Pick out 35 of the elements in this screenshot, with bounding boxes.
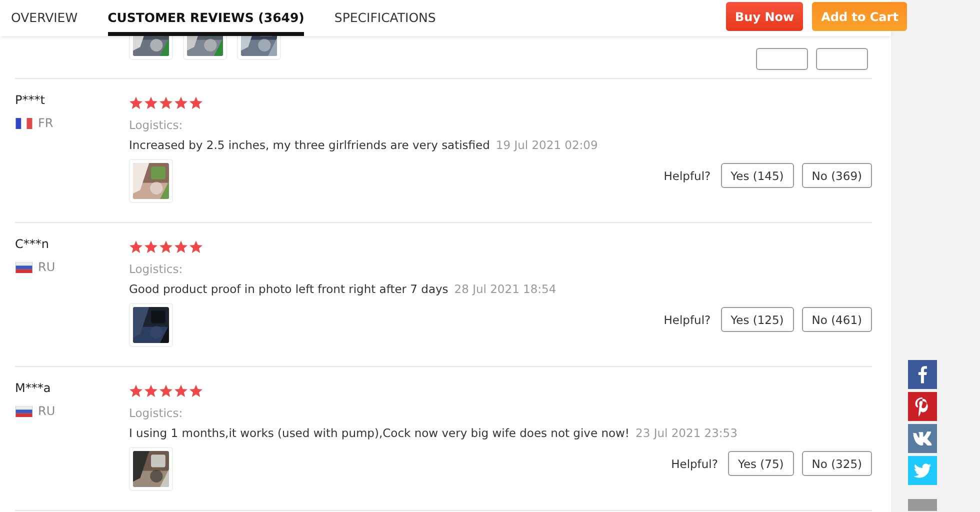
vote-button[interactable]: No (369) [802,163,872,188]
review-date: 28 Jul 2021 18:54 [454,282,556,296]
review-text: Increased by 2.5 inches, my three girlfriends are very satisfied [129,138,490,152]
logistics-label: Logistics: [129,118,184,132]
reviewer-name: M***a [15,381,52,395]
helpful-label: Helpful? [664,312,711,326]
flag-icon [15,406,33,416]
flag-icon [15,262,33,272]
review-date: 19 Jul 2021 02:09 [496,138,598,152]
logistics-label: Logistics: [129,262,184,276]
vote-button[interactable]: Yes (75) [728,451,794,476]
country-code: FR [38,116,54,130]
vote-button[interactable] [756,48,808,70]
reviewer-name: P***t [15,93,46,107]
buy-now-button[interactable]: Buy Now [726,2,804,31]
review-text: I using 1 months,it works (used with pump),Cock now very big wife does not give now! [129,426,630,440]
facebook-icon[interactable] [908,360,937,389]
vote-button[interactable] [816,48,868,70]
vote-button[interactable]: No (325) [802,451,872,476]
vote-button[interactable]: No (461) [802,307,872,332]
helpful-label: Helpful? [671,456,718,470]
vote-button[interactable]: Yes (145) [720,163,794,188]
country-code: RU [38,260,56,274]
logistics-label: Logistics: [129,406,184,420]
reviewer-name: C***n [15,237,50,251]
tab[interactable]: SPECIFICATIONS [334,0,436,36]
pinterest-icon[interactable] [908,392,937,421]
vote-button[interactable]: Yes (125) [720,307,794,332]
vk-icon[interactable] [908,424,937,453]
flag-icon [15,118,33,128]
review-text: Good product proof in photo left front right after 7 days [129,282,448,296]
review-date: 23 Jul 2021 23:53 [636,426,738,440]
tab[interactable]: OVERVIEW [11,0,78,36]
helpful-label: Helpful? [664,168,711,182]
country-code: RU [38,404,56,418]
